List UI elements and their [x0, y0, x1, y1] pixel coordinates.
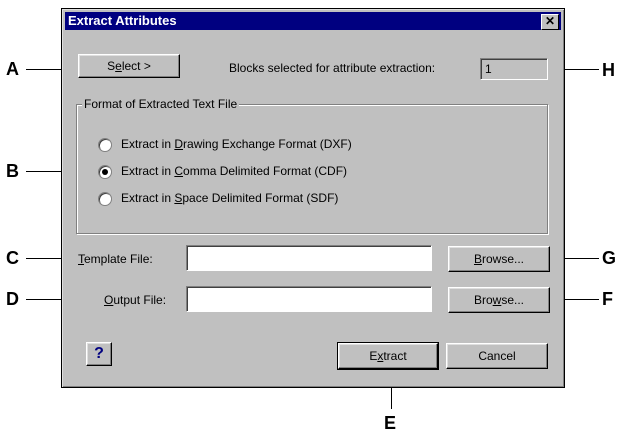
callout-h: H: [602, 60, 615, 80]
callout-d: D: [6, 289, 19, 309]
radio-cdf[interactable]: [98, 165, 112, 179]
browse-output-button[interactable]: Browse...: [448, 287, 550, 313]
browse-template-button[interactable]: Browse...: [448, 246, 550, 272]
template-file-label: Template File:: [78, 252, 153, 266]
callout-g: G: [602, 248, 617, 268]
cancel-button[interactable]: Cancel: [446, 343, 548, 369]
help-button[interactable]: ?: [86, 342, 112, 366]
close-button[interactable]: ✕: [541, 14, 559, 30]
dialog-title: Extract Attributes: [68, 13, 177, 28]
callout-a: A: [6, 59, 19, 79]
extract-button[interactable]: Extract: [337, 342, 439, 370]
select-button[interactable]: Select >: [78, 54, 180, 78]
radio-label-cdf[interactable]: Extract in Comma Delimited Format (CDF): [121, 164, 347, 178]
template-file-input[interactable]: [186, 245, 432, 271]
callout-f: F: [602, 289, 613, 309]
radio-label-dxf[interactable]: Extract in Drawing Exchange Format (DXF): [121, 137, 352, 151]
radio-dxf[interactable]: [98, 138, 112, 152]
callout-b: B: [6, 161, 19, 181]
help-icon: ?: [94, 345, 104, 362]
radio-selected-dot: [102, 169, 108, 175]
radio-label-sdf[interactable]: Extract in Space Delimited Format (SDF): [121, 191, 338, 205]
title-bar: Extract Attributes ✕: [65, 12, 561, 30]
blocks-selected-field: 1: [480, 58, 548, 80]
callout-c: C: [6, 248, 19, 268]
radio-sdf[interactable]: [98, 192, 112, 206]
callout-e: E: [384, 413, 397, 433]
output-file-input[interactable]: [186, 286, 432, 312]
format-group-label: Format of Extracted Text File: [82, 97, 240, 111]
extract-attributes-dialog: Extract Attributes ✕ Select > Blocks sel…: [61, 8, 565, 388]
output-file-label: Output File:: [104, 293, 167, 307]
close-icon: ✕: [544, 14, 556, 28]
blocks-selected-label: Blocks selected for attribute extraction…: [229, 61, 436, 75]
